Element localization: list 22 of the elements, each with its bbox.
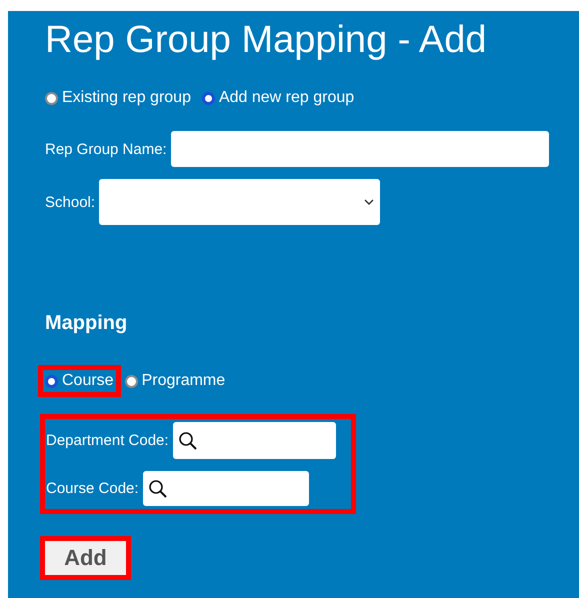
radio-label: Existing rep group (62, 89, 191, 107)
radio-button[interactable] (202, 92, 215, 104)
add-button[interactable]: Add (45, 541, 126, 575)
radio-button[interactable] (45, 374, 58, 388)
search-icon (148, 478, 168, 498)
radio-label: Programme (142, 372, 226, 390)
search-field[interactable] (172, 422, 336, 459)
field-label: School: (45, 194, 96, 210)
dropdown-field[interactable] (99, 179, 380, 225)
search-icon (178, 430, 198, 450)
radio-button[interactable] (45, 92, 58, 104)
search-field[interactable] (142, 471, 309, 506)
radio-label: Course (62, 372, 114, 390)
field-label: Course Code: (46, 480, 139, 497)
chevron-icon (364, 199, 374, 205)
page-title: Rep Group Mapping - Add (45, 18, 486, 63)
field-label: Department Code: (46, 432, 169, 449)
radio-button[interactable] (124, 374, 138, 388)
input-field[interactable] (170, 131, 549, 167)
radio-label: Add new rep group (218, 89, 354, 107)
section-heading: Mapping (45, 311, 128, 336)
field-label: Rep Group Name: (45, 140, 167, 158)
